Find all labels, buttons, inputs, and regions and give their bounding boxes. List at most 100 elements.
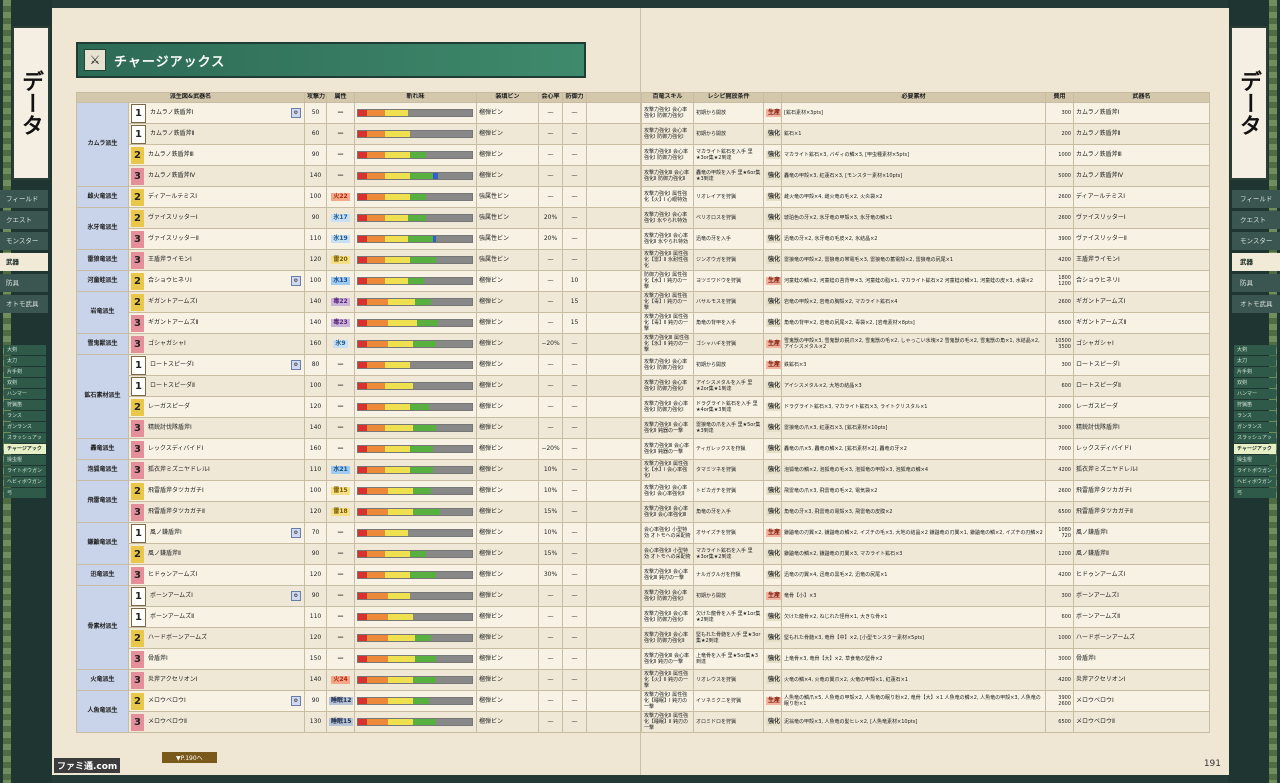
nav-tab[interactable]: フィールド xyxy=(0,190,48,208)
sharpness-segment xyxy=(358,236,368,242)
sharpness-cell xyxy=(354,333,478,355)
sharpness-segment xyxy=(387,320,418,326)
element-value: 睡眠12 xyxy=(329,696,354,706)
weapon-type-tab[interactable]: 片手剣 xyxy=(4,367,46,377)
branch-label: 骨素材派生 xyxy=(76,585,129,670)
blank-cell xyxy=(586,438,642,460)
sharpness-segment xyxy=(412,509,441,515)
nav-tab[interactable]: 武器 xyxy=(0,253,48,271)
weapon-type-tab[interactable]: ランス xyxy=(4,411,46,421)
sharpness-segment xyxy=(367,194,386,200)
phial-type: 榴弾ビン xyxy=(476,396,540,418)
materials: 飛雷竜の爪×3, 飛雷竜の毛×2, 電気袋×2 xyxy=(781,480,1046,502)
sharpness-segment xyxy=(430,299,473,305)
weapon-type-tab[interactable]: チャージアックス xyxy=(1234,444,1276,462)
rampage-skills: 攻撃力強化Ⅱ 会心率強化Ⅲ 鈍刃の一撃 xyxy=(641,564,694,586)
weapon-type-tab[interactable]: ガンランス xyxy=(1234,422,1276,432)
attack-value: 130 xyxy=(304,711,328,733)
weapon-type-tab[interactable]: 操虫棍 xyxy=(1234,455,1276,465)
nav-tab[interactable]: オトモ武具 xyxy=(0,295,48,313)
weapon-type-tab[interactable]: スラッシュアックス xyxy=(4,433,46,451)
weapon-type-tab[interactable]: ガンランス xyxy=(4,422,46,432)
sharpness-segment xyxy=(410,551,427,557)
weapon-type-tab[interactable]: スラッシュアックス xyxy=(1234,433,1276,451)
weapon-type-tab[interactable]: 太刀 xyxy=(4,356,46,366)
rarity-level-badge: 3 xyxy=(131,419,144,437)
recipe-row: 攻撃力強化Ⅱ 会心率強化Ⅱ 鈍器の一撃 雷狼竜の爪を入手 里★5or集★3到達 強化… xyxy=(641,417,1210,439)
sharpness-cell xyxy=(354,501,478,523)
defense-value: — xyxy=(562,669,588,691)
affinity-value: — xyxy=(538,396,564,418)
weapon-type-tab[interactable]: ヘビィボウガン xyxy=(1234,477,1276,487)
weapon-type-tab[interactable]: 操虫棍 xyxy=(4,455,46,465)
weapon-type-tab[interactable]: チャージアックス xyxy=(4,444,46,462)
weapon-type-tab[interactable]: 太刀 xyxy=(1234,356,1276,366)
weapon-type-tab[interactable]: 双剣 xyxy=(1234,378,1276,388)
sharpness-segment xyxy=(367,635,388,641)
phial-type: 榴弾ビン xyxy=(476,144,540,166)
nav-tab[interactable]: クエスト xyxy=(0,211,48,229)
sharpness-segment xyxy=(435,236,473,242)
table-row: 1 ロートスピーダⅡ 100— 榴弾ビン — — xyxy=(77,375,642,397)
weapon-type-tab[interactable]: ランス xyxy=(1234,411,1276,421)
blank-cell xyxy=(586,606,642,628)
weapon-type-tab[interactable]: 双剣 xyxy=(4,378,46,388)
sharpness-cell xyxy=(354,123,478,145)
nav-tab[interactable]: オトモ武具 xyxy=(1232,295,1280,313)
sharpness-segment xyxy=(424,278,472,284)
sharpness-segment xyxy=(367,341,388,347)
weapon-name-cell: 3 精鋭討伐隊盾斧Ⅰ xyxy=(127,417,306,439)
sharpness-segment xyxy=(435,257,473,263)
weapon-type-tab[interactable]: 弓 xyxy=(4,488,46,498)
weapon-type-tab[interactable]: 狩猟笛 xyxy=(4,400,46,410)
recipe-type-tag: 生産 xyxy=(766,528,781,538)
weapon-type-tab[interactable]: 狩猟笛 xyxy=(1234,400,1276,410)
sharpness-segment xyxy=(412,698,429,704)
nav-tab[interactable]: クエスト xyxy=(1232,211,1280,229)
weapon-type-tab[interactable]: 片手剣 xyxy=(1234,367,1276,377)
weapon-type-tab[interactable]: ハンマー xyxy=(1234,389,1276,399)
left-page: ⚔ チャージアックス 派生図&武器名 攻撃力 属性 斬れ味 装填ビン 会心率 防… xyxy=(52,8,642,775)
weapon-name-cell: 2 ディアールテミスⅠ xyxy=(127,186,306,208)
materials: 角竜の牙×3, 飛雷竜の電殻×3, 飛雷竜の皮膜×2 xyxy=(781,501,1046,523)
sharpness-segment xyxy=(385,173,411,179)
weapon-name-right: ロートスピーダⅡ xyxy=(1073,375,1210,397)
sharpness-segment xyxy=(367,152,386,158)
materials: 迅竜の牙×2, 氷牙竜の毛皮×2, 氷結晶×2 xyxy=(781,228,1046,250)
phial-type: 榴弾ビン xyxy=(476,627,540,649)
sharpness-segment xyxy=(435,341,473,347)
weapon-type-tab[interactable]: ライトボウガン xyxy=(1234,466,1276,476)
materials: 人魚竜の鱗爪×5, 人魚竜の甲殻×2, 人魚竜の眠り粉×2, 竜骨【大】×1 人… xyxy=(781,690,1046,712)
nav-tab[interactable]: 防具 xyxy=(0,274,48,292)
nav-tab[interactable]: 防具 xyxy=(1232,274,1280,292)
rarity-level-badge: 3 xyxy=(131,461,144,479)
sharpness-bar xyxy=(357,319,474,327)
weapon-type-tab[interactable]: 弓 xyxy=(1234,488,1276,498)
defense-value: 15 xyxy=(562,312,588,334)
phial-type: 榴弾ビン xyxy=(476,165,540,187)
weapon-type-tab[interactable]: ライトボウガン xyxy=(4,466,46,476)
rampage-icon: ⚙ xyxy=(291,528,302,538)
recipe-row: 攻撃力強化Ⅱ 会心率強化Ⅱ 氷やられ特効 迅竜の牙を入手 強化 迅竜の牙×2, 氷牙竜… xyxy=(641,228,1210,250)
weapon-type-tab[interactable]: 大剣 xyxy=(1234,345,1276,355)
nav-tab[interactable]: フィールド xyxy=(1232,190,1280,208)
sharpness-segment xyxy=(358,404,368,410)
element-value: 水13 xyxy=(331,276,350,286)
nav-tab[interactable]: モンスター xyxy=(0,232,48,250)
materials: 堅もれた骨髄×3, 竜骨【中】×2, [小型モンスター素材×5pts] xyxy=(781,627,1046,649)
sharpness-segment xyxy=(435,656,473,662)
recipe-type-tag: 強化 xyxy=(766,171,781,181)
recipe-type-tag: 強化 xyxy=(766,717,781,727)
weapon-type-tab[interactable]: ハンマー xyxy=(4,389,46,399)
sharpness-bar xyxy=(357,403,474,411)
element-value: 水21 xyxy=(331,465,350,475)
sharpness-segment xyxy=(426,194,472,200)
rarity-level-badge: 1 xyxy=(131,376,146,396)
nav-tab[interactable]: 武器 xyxy=(1232,253,1280,271)
weapon-type-tab[interactable]: ヘビィボウガン xyxy=(4,477,46,487)
recipe-type-tag: 強化 xyxy=(766,612,781,622)
blank-cell xyxy=(586,165,642,187)
weapon-type-tab[interactable]: 大剣 xyxy=(4,345,46,355)
weapon-name-cell: 1 ロートスピーダⅡ xyxy=(127,375,306,397)
nav-tab[interactable]: モンスター xyxy=(1232,232,1280,250)
